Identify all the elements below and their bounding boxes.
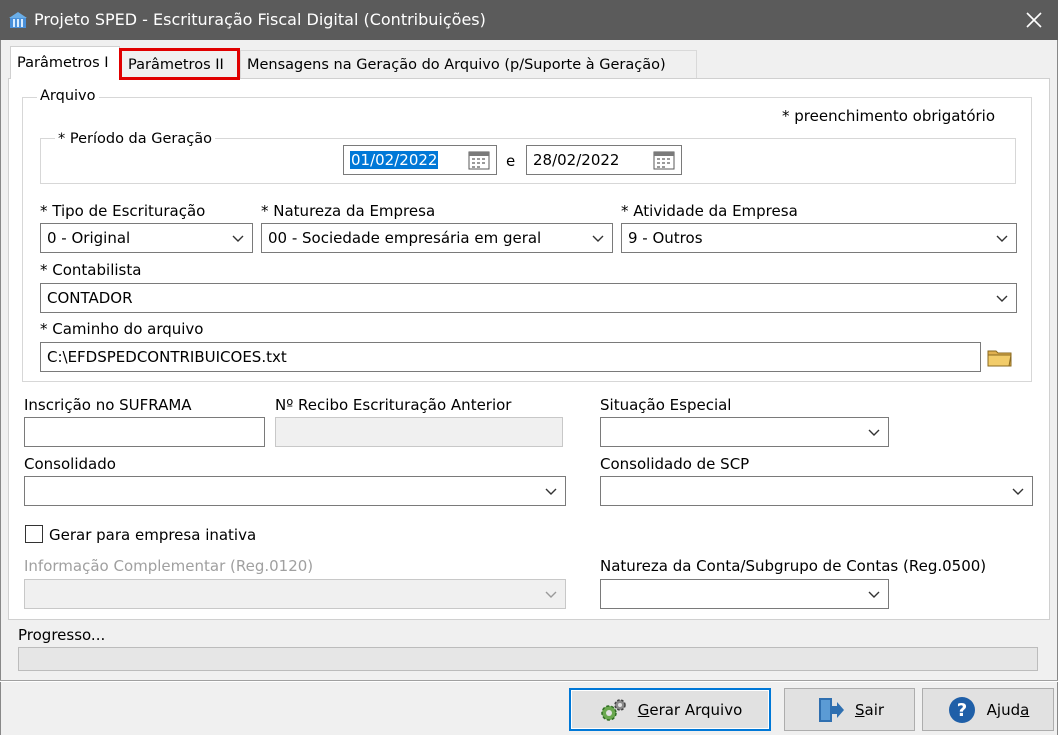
chevron-down-icon bbox=[868, 429, 880, 436]
natureza-select[interactable]: 00 - Sociedade empresária em geral bbox=[261, 223, 613, 253]
consolidado-scp-label: Consolidado de SCP bbox=[600, 455, 750, 473]
browse-folder-button[interactable] bbox=[983, 342, 1017, 372]
caminho-label: * Caminho do arquivo bbox=[40, 320, 204, 338]
atividade-label: * Atividade da Empresa bbox=[621, 202, 798, 220]
gerar-arquivo-button[interactable]: Gerar Arquivo bbox=[569, 688, 771, 731]
tipo-select[interactable]: 0 - Original bbox=[40, 223, 253, 253]
folder-icon bbox=[987, 350, 1012, 367]
caminho-input[interactable]: C:\EFDSPEDCONTRIBUICOES.txt bbox=[40, 342, 981, 372]
chevron-down-icon bbox=[996, 235, 1008, 242]
chevron-down-icon bbox=[232, 235, 244, 242]
ajuda-label: Ajuda bbox=[986, 700, 1030, 719]
recibo-label: Nº Recibo Escrituração Anterior bbox=[275, 396, 512, 414]
divider bbox=[0, 680, 1058, 682]
tab-parametros-i[interactable]: Parâmetros I bbox=[10, 46, 120, 79]
periodo-end-value: 28/02/2022 bbox=[533, 151, 620, 169]
contabilista-label: * Contabilista bbox=[40, 261, 142, 279]
app-icon bbox=[9, 12, 27, 28]
tab-mensagens[interactable]: Mensagens na Geração do Arquivo (p/Supor… bbox=[240, 50, 697, 78]
suframa-label: Inscrição no SUFRAMA bbox=[24, 396, 192, 414]
help-icon: ? bbox=[948, 696, 975, 723]
ajuda-button[interactable]: ? Ajuda bbox=[922, 688, 1054, 731]
calendar-icon[interactable] bbox=[468, 150, 490, 170]
situacao-select[interactable] bbox=[600, 417, 889, 447]
progress-label: Progresso... bbox=[18, 626, 106, 644]
natureza-conta-label: Natureza da Conta/Subgrupo de Contas (Re… bbox=[600, 557, 987, 575]
atividade-select[interactable]: 9 - Outros bbox=[621, 223, 1017, 253]
sair-button[interactable]: Sair bbox=[784, 688, 915, 731]
info-compl-select[interactable] bbox=[24, 579, 566, 609]
suframa-input[interactable] bbox=[24, 417, 265, 447]
svg-text:?: ? bbox=[956, 700, 966, 721]
calendar-icon[interactable] bbox=[653, 150, 675, 170]
tipo-value: 0 - Original bbox=[47, 229, 131, 247]
info-compl-label: Informação Complementar (Reg.0120) bbox=[24, 557, 314, 575]
close-icon[interactable] bbox=[1018, 4, 1050, 36]
inativa-label[interactable]: Gerar para empresa inativa bbox=[49, 526, 256, 544]
natureza-value: 00 - Sociedade empresária em geral bbox=[268, 229, 542, 247]
chevron-down-icon bbox=[868, 591, 880, 598]
natureza-conta-select[interactable] bbox=[600, 579, 889, 609]
gerar-arquivo-label: Gerar Arquivo bbox=[637, 700, 743, 719]
situacao-label: Situação Especial bbox=[600, 396, 732, 414]
arquivo-legend: Arquivo bbox=[37, 88, 99, 104]
chevron-down-icon bbox=[996, 295, 1008, 302]
periodo-legend: * Período da Geração bbox=[55, 131, 215, 147]
chevron-down-icon bbox=[545, 488, 557, 495]
window-title: Projeto SPED - Escrituração Fiscal Digit… bbox=[34, 10, 486, 29]
recibo-input[interactable] bbox=[275, 417, 563, 447]
natureza-label: * Natureza da Empresa bbox=[261, 202, 436, 220]
progress-bar bbox=[18, 647, 1038, 671]
exit-icon bbox=[818, 697, 844, 722]
consolidado-scp-select[interactable] bbox=[600, 476, 1033, 506]
title-bar: Projeto SPED - Escrituração Fiscal Digit… bbox=[0, 0, 1058, 40]
tab-label: Mensagens na Geração do Arquivo (p/Supor… bbox=[247, 57, 666, 73]
periodo-end-field[interactable]: 28/02/2022 bbox=[526, 145, 682, 175]
tipo-label: * Tipo de Escrituração bbox=[40, 202, 206, 220]
consolidado-select[interactable] bbox=[24, 476, 566, 506]
tab-parametros-ii[interactable]: Parâmetros II bbox=[119, 48, 240, 80]
periodo-separator: e bbox=[506, 152, 516, 170]
periodo-start-value: 01/02/2022 bbox=[350, 151, 439, 169]
caminho-value: C:\EFDSPEDCONTRIBUICOES.txt bbox=[47, 348, 287, 366]
gears-icon bbox=[600, 698, 626, 721]
periodo-start-field[interactable]: 01/02/2022 bbox=[343, 145, 497, 175]
atividade-value: 9 - Outros bbox=[628, 229, 703, 247]
inativa-checkbox[interactable] bbox=[25, 525, 43, 543]
contabilista-value: CONTADOR bbox=[47, 289, 133, 307]
tab-label: Parâmetros I bbox=[17, 55, 109, 71]
chevron-down-icon bbox=[592, 235, 604, 242]
sair-label: Sair bbox=[854, 700, 885, 719]
required-note: * preenchimento obrigatório bbox=[782, 107, 996, 125]
contabilista-select[interactable]: CONTADOR bbox=[40, 283, 1017, 313]
tab-label: Parâmetros II bbox=[128, 57, 224, 73]
chevron-down-icon bbox=[1012, 488, 1024, 495]
consolidado-label: Consolidado bbox=[24, 455, 116, 473]
chevron-down-icon bbox=[545, 591, 557, 598]
